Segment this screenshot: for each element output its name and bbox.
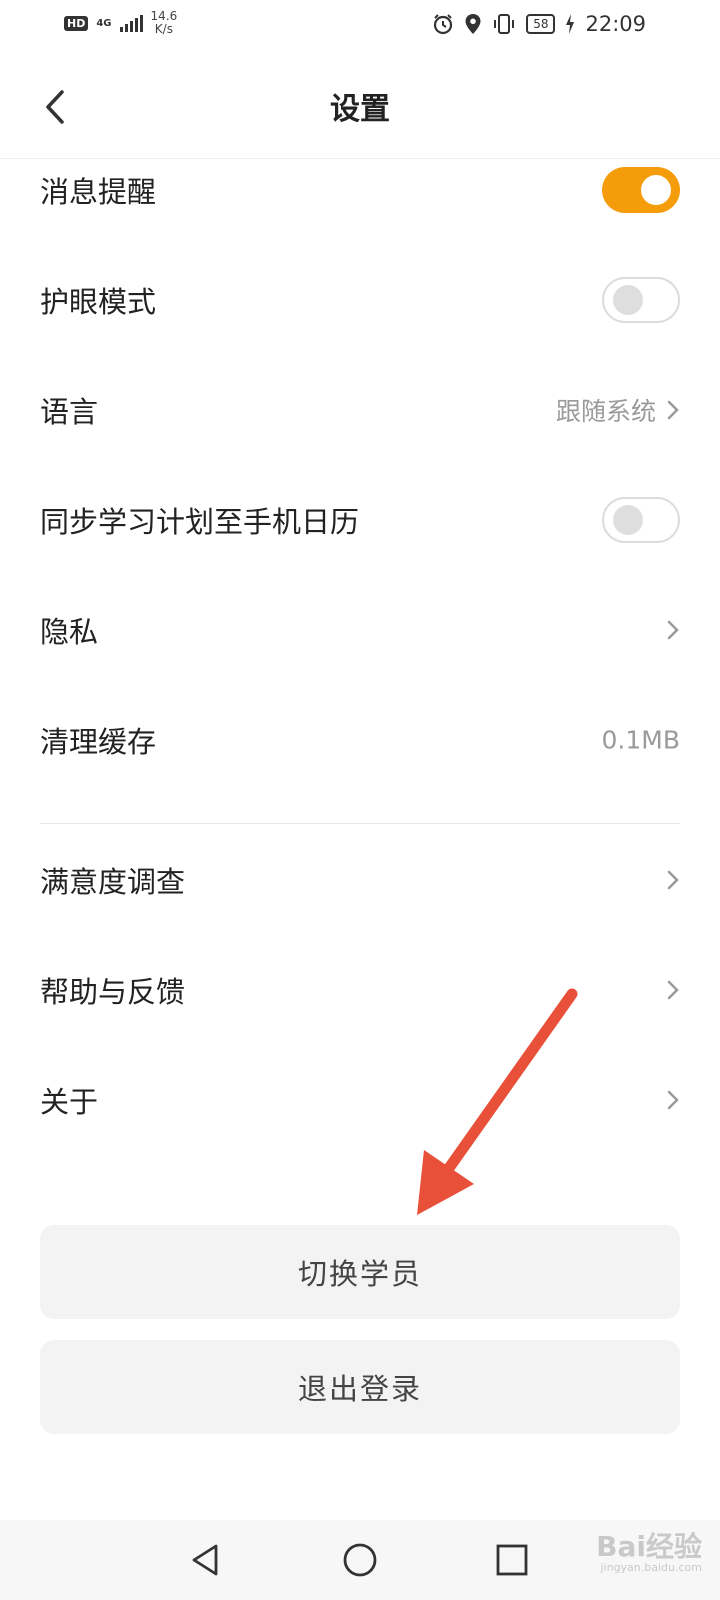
setting-eye-care: 护眼模式 (40, 245, 680, 355)
signal-icon (119, 14, 143, 32)
clock: 22:09 (585, 12, 646, 36)
chevron-right-icon (667, 400, 679, 420)
status-bar: HD 4G 14.6 K/s 58 22:09 (0, 0, 720, 50)
chevron-right-icon (667, 870, 679, 890)
location-icon (465, 14, 481, 34)
network-speed: 14.6 K/s (150, 9, 178, 36)
setting-label: 帮助与反馈 (40, 975, 186, 1009)
cache-size: 0.1MB (601, 725, 680, 755)
calendar-sync-toggle[interactable] (602, 497, 680, 543)
status-right: 58 22:09 (432, 12, 646, 36)
setting-label: 护眼模式 (40, 285, 157, 319)
nav-back-icon[interactable] (186, 1540, 226, 1580)
setting-language[interactable]: 语言 跟随系统 (40, 355, 680, 465)
status-left: HD 4G 14.6 K/s (64, 10, 177, 36)
setting-label: 清理缓存 (40, 725, 157, 759)
alarm-icon (434, 14, 453, 35)
setting-about[interactable]: 关于 (40, 1045, 680, 1155)
chevron-right-icon (667, 980, 679, 1000)
chevron-right-icon (667, 620, 679, 640)
battery-indicator: 58 (526, 14, 556, 34)
setting-survey[interactable]: 满意度调查 (40, 825, 680, 935)
toggle-knob (613, 505, 643, 535)
switch-student-button[interactable]: 切换学员 (40, 1225, 680, 1319)
section-divider (40, 823, 680, 824)
toggle-knob (613, 285, 643, 315)
notifications-toggle[interactable] (602, 167, 680, 213)
setting-label: 关于 (40, 1085, 99, 1119)
nav-recents-icon[interactable] (492, 1540, 532, 1580)
setting-label: 语言 (40, 395, 99, 429)
page-title: 设置 (330, 92, 390, 127)
setting-clear-cache[interactable]: 清理缓存 0.1MB (40, 685, 680, 795)
charging-icon (566, 14, 575, 34)
vibrate-icon (494, 14, 515, 34)
setting-calendar-sync: 同步学习计划至手机日历 (40, 465, 680, 575)
hd-badge: HD (64, 15, 89, 31)
setting-notifications: 消息提醒 (40, 135, 680, 245)
language-value: 跟随系统 (555, 397, 656, 426)
nav-home-icon[interactable] (340, 1540, 380, 1580)
setting-help[interactable]: 帮助与反馈 (40, 935, 680, 1045)
setting-label: 隐私 (40, 615, 99, 649)
network-type: 4G (96, 17, 112, 29)
toggle-knob (641, 175, 671, 205)
logout-button[interactable]: 退出登录 (40, 1340, 680, 1434)
watermark: Bai经验 jingyan.baidu.com (596, 1530, 702, 1574)
setting-label: 满意度调查 (40, 865, 186, 899)
chevron-right-icon (667, 1090, 679, 1110)
setting-label: 消息提醒 (40, 175, 157, 209)
setting-privacy[interactable]: 隐私 (40, 575, 680, 685)
setting-label: 同步学习计划至手机日历 (40, 505, 360, 539)
eye-care-toggle[interactable] (602, 277, 680, 323)
